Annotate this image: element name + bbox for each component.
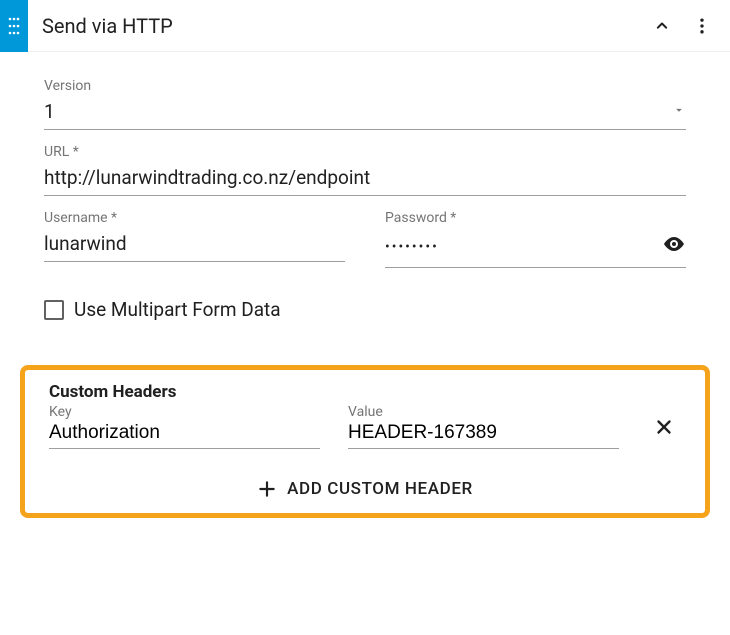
password-input[interactable]: •••••••• — [385, 235, 656, 259]
remove-header-button[interactable] — [647, 410, 681, 449]
custom-headers-section: Custom Headers Key Value ADD CUSTOM HEAD… — [20, 365, 710, 518]
more-menu-button[interactable] — [684, 8, 720, 44]
custom-headers-title: Custom Headers — [49, 382, 681, 402]
eye-icon — [662, 232, 686, 256]
more-vertical-icon — [692, 16, 712, 36]
version-label: Version — [44, 78, 686, 94]
multipart-label: Use Multipart Form Data — [74, 298, 281, 321]
version-field: Version 1 — [44, 78, 686, 130]
add-header-button[interactable]: ADD CUSTOM HEADER — [49, 479, 681, 499]
url-label: URL * — [44, 144, 686, 160]
drag-handle[interactable] — [0, 0, 28, 52]
username-label: Username * — [44, 210, 345, 226]
dropdown-icon — [672, 102, 686, 122]
password-label: Password * — [385, 210, 686, 226]
show-password-button[interactable] — [656, 232, 686, 261]
url-input[interactable]: http://lunarwindtrading.co.nz/endpoint — [44, 166, 686, 189]
header-value-input[interactable] — [348, 420, 619, 449]
panel-header: Send via HTTP — [0, 0, 730, 52]
header-key-field: Key — [49, 404, 320, 449]
header-value-label: Value — [348, 404, 619, 420]
http-send-panel: Send via HTTP Version 1 URL * ht — [0, 0, 730, 518]
close-icon — [653, 416, 675, 438]
username-field: Username * lunarwind — [44, 210, 345, 268]
collapse-button[interactable] — [644, 8, 680, 44]
header-key-label: Key — [49, 404, 320, 420]
multipart-row: Use Multipart Form Data — [44, 298, 686, 321]
header-row: Key Value — [49, 404, 681, 449]
chevron-up-icon — [652, 16, 672, 36]
url-field: URL * http://lunarwindtrading.co.nz/endp… — [44, 144, 686, 196]
username-input[interactable]: lunarwind — [44, 232, 345, 255]
add-header-label: ADD CUSTOM HEADER — [287, 479, 473, 499]
header-key-input[interactable] — [49, 420, 320, 449]
password-field: Password * •••••••• — [385, 210, 686, 268]
version-value: 1 — [44, 100, 672, 123]
panel-title: Send via HTTP — [42, 14, 644, 38]
grip-icon — [8, 17, 20, 35]
header-value-field: Value — [348, 404, 619, 449]
version-select[interactable]: 1 — [44, 98, 686, 130]
multipart-checkbox[interactable] — [44, 300, 64, 320]
panel-body: Version 1 URL * http://lunarwindtrading.… — [0, 52, 730, 341]
plus-icon — [257, 479, 277, 499]
